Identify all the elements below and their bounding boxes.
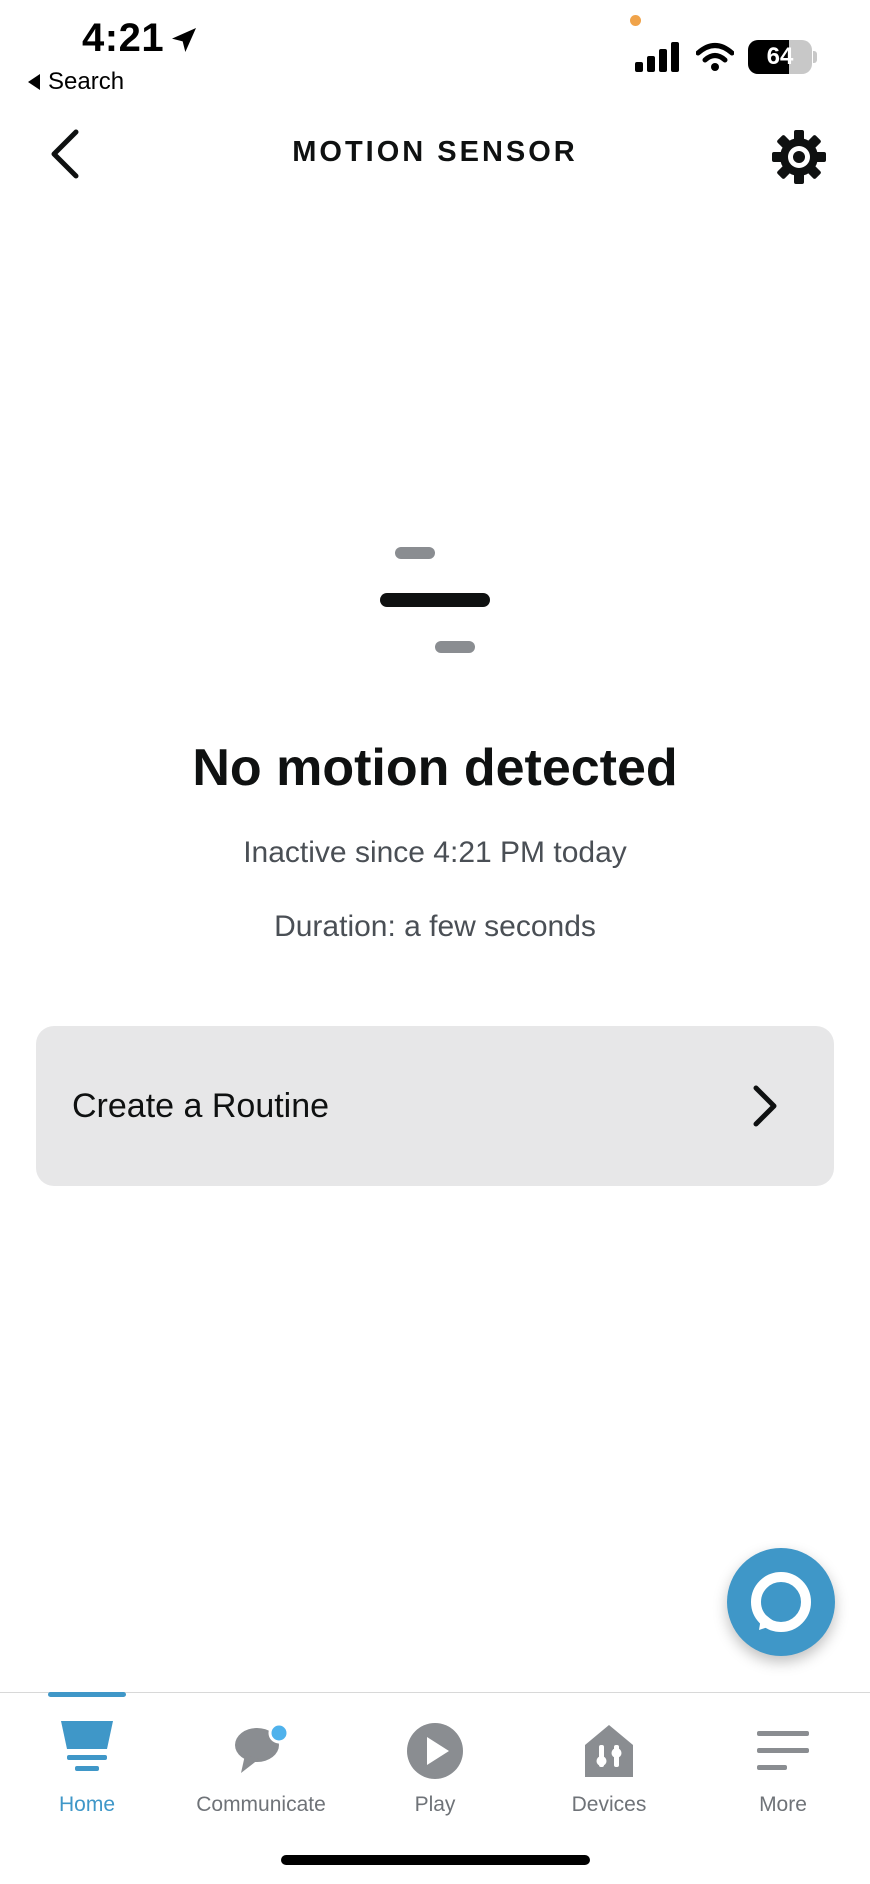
page-title: MOTION SENSOR — [292, 136, 578, 168]
tab-devices[interactable]: Devices — [539, 1705, 679, 1825]
more-icon — [757, 1731, 809, 1770]
alexa-icon — [751, 1572, 811, 1632]
chevron-right-icon — [753, 1085, 777, 1127]
privacy-indicator-dot — [630, 15, 641, 26]
location-arrow-icon — [172, 28, 196, 52]
tab-play-label: Play — [414, 1793, 456, 1816]
home-icon — [61, 1721, 113, 1771]
devices-icon — [585, 1725, 633, 1777]
cellular-signal-icon — [635, 42, 679, 72]
back-to-app-link[interactable]: Search — [28, 68, 124, 96]
active-tab-indicator — [48, 1692, 126, 1697]
tab-devices-label: Devices — [571, 1793, 647, 1816]
tab-communicate-label: Communicate — [196, 1793, 326, 1816]
inactive-since-text: Inactive since 4:21 PM today — [243, 836, 627, 869]
motion-status-heading: No motion detected — [192, 739, 678, 797]
battery-level: 64 — [766, 43, 794, 70]
tab-communicate[interactable]: Communicate — [191, 1705, 331, 1825]
play-icon — [407, 1723, 463, 1779]
home-indicator[interactable] — [281, 1855, 590, 1865]
duration-text: Duration: a few seconds — [274, 910, 596, 943]
tab-home[interactable]: Home — [17, 1705, 157, 1825]
alexa-button[interactable] — [727, 1548, 835, 1656]
back-app-label: Search — [48, 68, 125, 95]
tab-more[interactable]: More — [713, 1705, 853, 1825]
tab-play[interactable]: Play — [365, 1705, 505, 1825]
motion-sensor-icon — [380, 547, 490, 653]
create-routine-button[interactable]: Create a Routine — [36, 1026, 834, 1186]
tab-home-label: Home — [58, 1793, 116, 1816]
communicate-icon — [235, 1722, 290, 1773]
gear-icon[interactable] — [770, 128, 828, 186]
back-triangle-icon — [28, 74, 40, 90]
create-routine-label: Create a Routine — [72, 1086, 330, 1125]
battery-indicator: 64 — [748, 40, 812, 74]
wifi-icon — [696, 43, 734, 71]
battery-nub — [813, 51, 817, 63]
tab-more-label: More — [759, 1793, 807, 1816]
status-time: 4:21 — [82, 16, 165, 60]
